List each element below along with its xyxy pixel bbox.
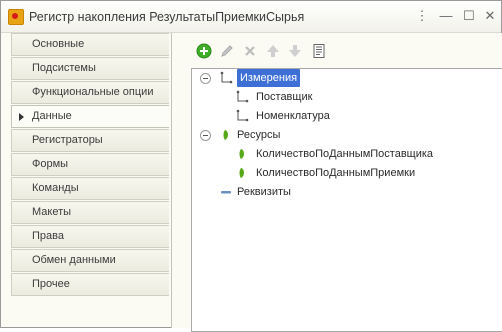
minimize-button[interactable]: —: [437, 7, 455, 25]
maximize-button[interactable]: ☐: [460, 7, 478, 25]
sidebar-item-label: Команды: [32, 182, 79, 194]
tree-node-label: КоличествоПоДаннымПриемки: [256, 167, 416, 179]
sidebar-item-functional-options[interactable]: Функциональные опции: [11, 81, 169, 104]
sidebar-item-label: Прочее: [32, 278, 70, 290]
tree-node-resource[interactable]: КоличествоПоДаннымПоставщика: [200, 145, 500, 163]
sidebar-item-registrars[interactable]: Регистраторы: [11, 129, 169, 152]
sidebar-item-other[interactable]: Прочее: [11, 273, 169, 296]
app-icon: [8, 9, 24, 25]
sidebar-item-rights[interactable]: Права: [11, 225, 169, 248]
tree-node-dimensions[interactable]: Измерения: [200, 69, 500, 87]
tree-node-attributes[interactable]: Реквизиты: [200, 183, 500, 201]
tree-node-label: Измерения: [237, 69, 301, 87]
move-down-icon[interactable]: [287, 43, 303, 59]
sidebar-item-subsystems[interactable]: Подсистемы: [11, 57, 169, 80]
sidebar-item-label: Подсистемы: [32, 62, 96, 74]
sidebar-item-label: Функциональные опции: [32, 86, 154, 98]
current-item-arrow-icon: [19, 113, 24, 121]
sidebar-item-commands[interactable]: Команды: [11, 177, 169, 200]
attribute-icon: [219, 185, 233, 199]
sidebar-item-main[interactable]: Основные: [11, 33, 169, 56]
dimension-icon: [235, 109, 249, 123]
sidebar-item-label: Регистраторы: [32, 134, 103, 146]
tree-node-label: Реквизиты: [237, 186, 291, 198]
more-icon[interactable]: ⋮: [413, 7, 431, 25]
tree-node-label: КоличествоПоДаннымПоставщика: [256, 148, 434, 160]
delete-icon[interactable]: [242, 43, 258, 59]
collapse-icon[interactable]: [200, 130, 211, 141]
tree-node-dimension[interactable]: Поставщик: [200, 88, 500, 106]
edit-icon[interactable]: [219, 43, 235, 59]
sidebar-item-data[interactable]: Данные: [11, 105, 169, 128]
close-button[interactable]: ✕: [481, 7, 499, 25]
sidebar-item-data-exchange[interactable]: Обмен данными: [11, 249, 169, 272]
tree-node-resource[interactable]: КоличествоПоДаннымПриемки: [200, 164, 500, 182]
window-title: Регистр накопления РезультатыПриемкиСырь…: [29, 10, 305, 24]
sidebar-item-label: Обмен данными: [32, 254, 116, 266]
sidebar: Основные Подсистемы Функциональные опции…: [11, 33, 169, 297]
dimension-icon: [235, 90, 249, 104]
sidebar-item-templates[interactable]: Макеты: [11, 201, 169, 224]
tree-node-label: Номенклатура: [256, 110, 330, 122]
collapse-icon[interactable]: [200, 73, 211, 84]
resource-icon: [235, 147, 249, 161]
tree-node-label: Ресурсы: [237, 129, 281, 141]
resource-icon: [219, 128, 233, 142]
add-icon[interactable]: [196, 43, 212, 59]
title-bar: Регистр накопления РезультатыПриемкиСырь…: [1, 1, 501, 33]
dimension-icon: [219, 71, 233, 85]
sidebar-item-label: Права: [32, 230, 64, 242]
register-window: Регистр накопления РезультатыПриемкиСырь…: [0, 0, 502, 332]
sidebar-item-label: Данные: [32, 110, 72, 122]
sidebar-item-label: Основные: [32, 38, 85, 50]
resource-icon: [235, 166, 249, 180]
content-panel: Измерения Поставщик Номенклатура Ресурсы…: [171, 33, 502, 332]
sidebar-item-forms[interactable]: Формы: [11, 153, 169, 176]
move-up-icon[interactable]: [265, 43, 281, 59]
tree-node-resources[interactable]: Ресурсы: [200, 126, 500, 144]
sidebar-item-label: Формы: [32, 158, 69, 170]
tree-node-dimension[interactable]: Номенклатура: [200, 107, 500, 125]
data-tree: Измерения Поставщик Номенклатура Ресурсы…: [191, 68, 502, 332]
tree-node-label: Поставщик: [256, 91, 313, 103]
sort-icon[interactable]: [311, 43, 327, 59]
sidebar-item-label: Макеты: [32, 206, 72, 218]
